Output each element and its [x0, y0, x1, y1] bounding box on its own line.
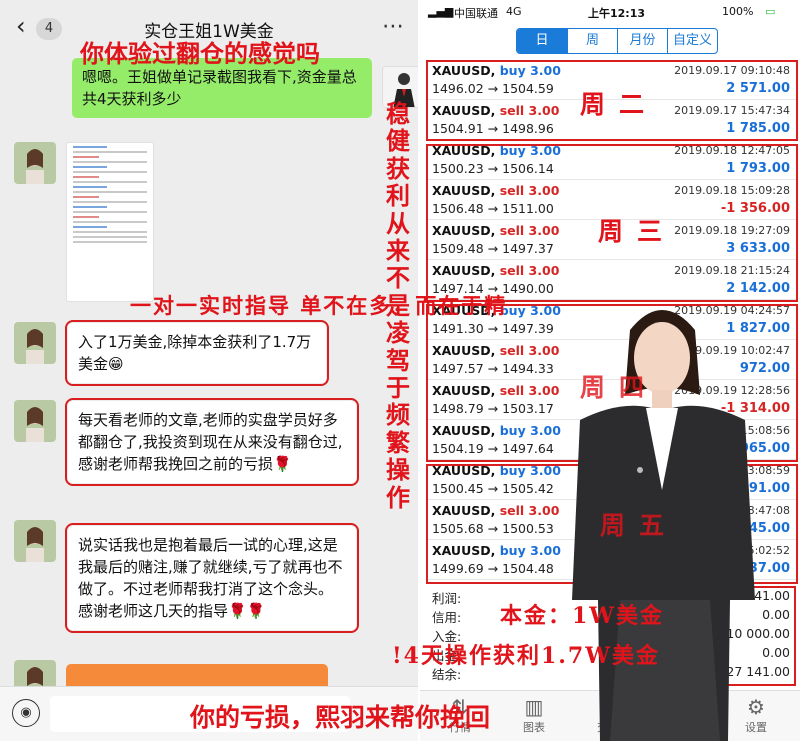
network: 4G	[506, 5, 522, 18]
overlay-capital: 本金：1W美金	[500, 603, 665, 629]
battery-icon: ▭	[765, 5, 776, 18]
day-label-tuesday: 周二	[580, 90, 659, 119]
slogan-char: 稳	[386, 99, 410, 128]
overlay-bottom-slogan: 你的亏损，熙羽来帮你挽回	[190, 703, 491, 732]
tabbar-label: 图表	[523, 721, 545, 734]
contact-avatar[interactable]	[14, 400, 56, 442]
slogan-char: 驾	[386, 345, 410, 375]
status-bar: ▂▄▆ 中国联通 4G 上午12:13 100% ▭	[420, 0, 800, 24]
slogan-char: 频	[386, 400, 410, 430]
period-tab[interactable]: 月份	[617, 29, 667, 53]
period-tab[interactable]: 周	[567, 29, 617, 53]
slogan-char: 不	[386, 263, 410, 293]
contact-avatar[interactable]	[14, 322, 56, 364]
chat-bubble-received: 每天看老师的文章,老师的实盘学员好多都翻仓了,我投资到现在从来没有翻仓过,感谢老…	[65, 398, 359, 486]
slogan-char: 凌	[386, 318, 410, 348]
slogan-char: 从	[386, 208, 410, 238]
chart-icon: ▥	[524, 695, 544, 719]
slogan-char: 操	[386, 455, 410, 485]
day-label-wednesday: 周三	[598, 217, 677, 246]
slogan-char: 健	[386, 126, 410, 156]
signal-icon: ▂▄▆	[428, 5, 454, 18]
slogan-char: 来	[386, 236, 410, 266]
slogan-char: 获	[386, 153, 410, 183]
period-tabs: 日周月份 自定义	[516, 28, 718, 54]
chat-bubble-received: 说实话我也是抱着最后一试的心理,这是我最后的赌注,赚了就继续,亏了就再也不做了。…	[65, 523, 359, 633]
slogan-char: 作	[386, 482, 410, 512]
contact-avatar[interactable]	[14, 142, 56, 184]
day-label-thursday: 周四	[580, 373, 659, 402]
clock: 上午12:13	[588, 7, 646, 20]
battery-level: 100%	[722, 5, 754, 18]
tabbar-item[interactable]: ▥ 图表	[504, 695, 564, 735]
chat-panel: ‹ 4 实仓王姐1W美金 ⋯ 嗯嗯。王姐做单记录截图我看下,资金量总共4天获利多…	[0, 0, 418, 741]
period-tab[interactable]: 日	[517, 29, 567, 53]
chat-bubble-received: 入了1万美金,除掉本金获利了1.7万美金😁	[65, 320, 329, 386]
carrier: 中国联通	[454, 7, 498, 20]
overlay-profit: !4天操作获利1.7W美金	[392, 643, 660, 669]
slogan-char: 于	[386, 373, 410, 403]
slogan-char: 繁	[386, 427, 410, 457]
day-label-friday: 周五	[600, 511, 679, 540]
contact-avatar[interactable]	[14, 520, 56, 562]
trade-screenshot-thumbnail[interactable]	[66, 142, 154, 302]
voice-icon[interactable]: ◉	[12, 699, 40, 727]
period-tab[interactable]: 自定义	[667, 29, 717, 53]
more-icon[interactable]: ⋯	[382, 14, 404, 39]
overlay-mid-slogan: 一对一实时指导 单不在多，而在于精	[130, 293, 508, 318]
slogan-char: 利	[386, 181, 410, 211]
overlay-title: 你体验过翻仓的感觉吗	[80, 40, 320, 68]
